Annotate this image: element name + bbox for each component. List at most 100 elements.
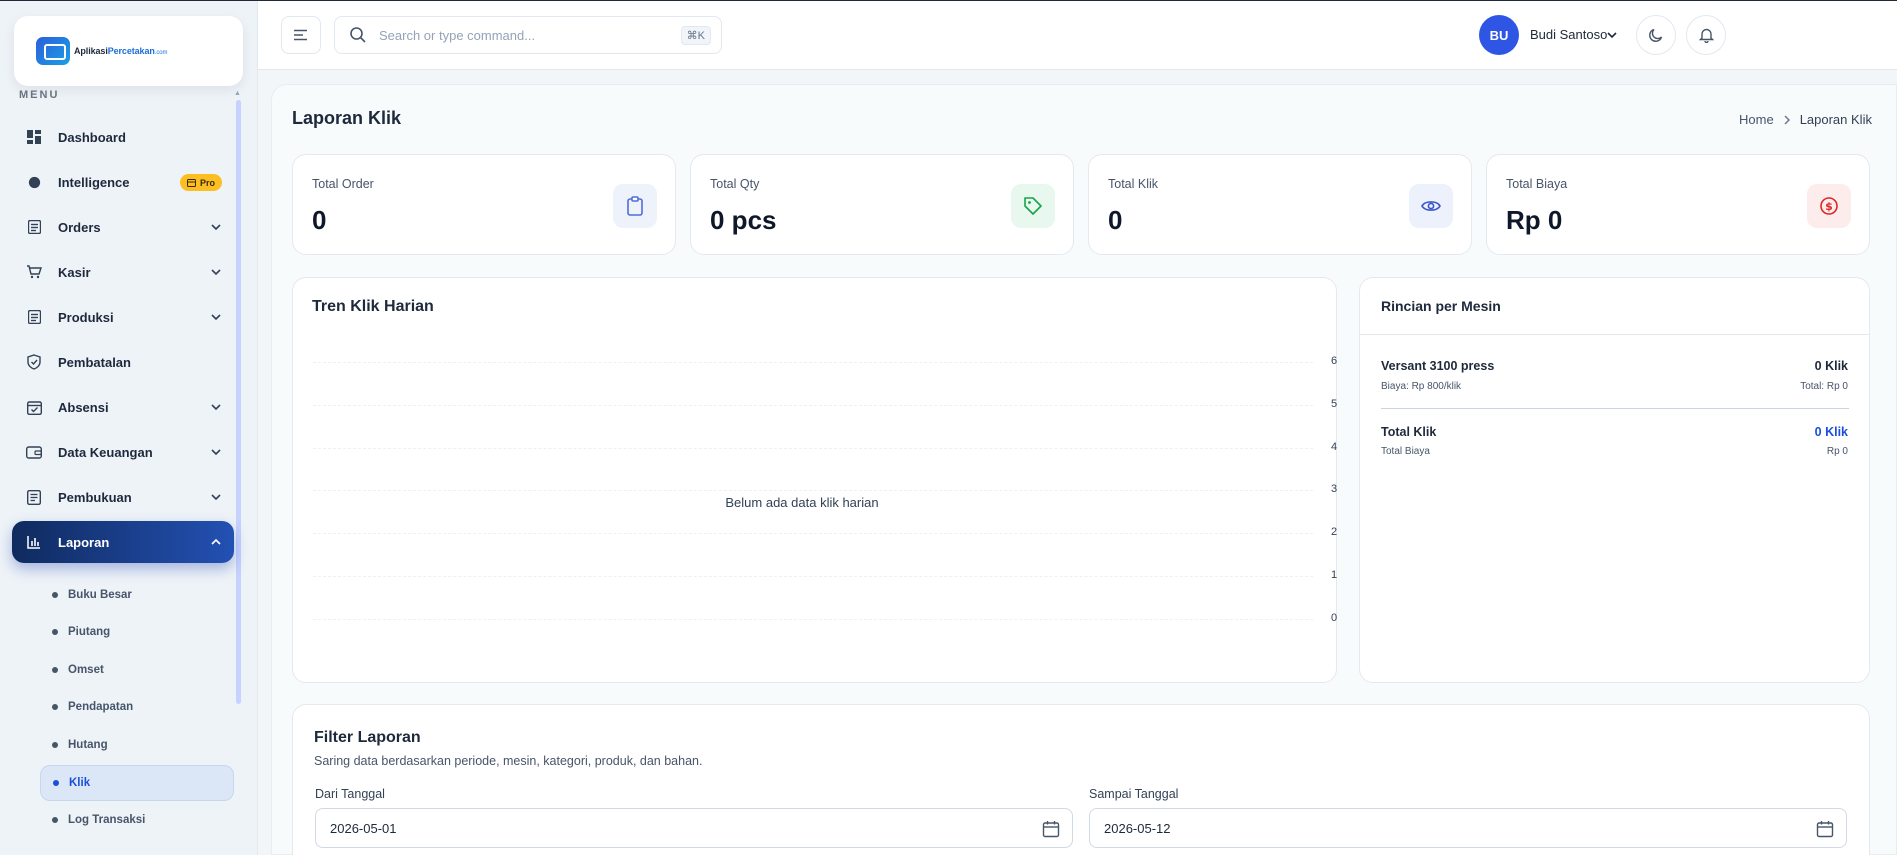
sidebar-toggle-button[interactable]	[281, 16, 321, 54]
list-icon	[26, 219, 42, 235]
y-tick-label: 0	[1331, 611, 1338, 624]
summary-klik: 0 Klik	[1814, 425, 1848, 439]
stat-label: Total Qty	[710, 177, 760, 191]
subitem-label: Buku Besar	[68, 589, 132, 601]
subitem-label: Log Transaksi	[68, 814, 146, 826]
summary-sub-label: Total Biaya	[1381, 446, 1430, 457]
stat-card-total-klik: Total Klik 0	[1088, 154, 1472, 255]
subitem-label: Piutang	[68, 626, 111, 638]
sidebar-item-kasir[interactable]: Kasir	[12, 251, 234, 293]
breadcrumb: Home Laporan Klik	[1739, 112, 1872, 127]
chevron-down-icon	[211, 449, 221, 456]
logo-text: AplikasiPercetakan.com	[74, 46, 168, 56]
wallet-icon	[26, 444, 42, 460]
sidebar-item-laporan[interactable]: Laporan	[12, 521, 234, 563]
chevron-down-icon	[211, 224, 221, 231]
machine-klik: 0 Klik	[1814, 359, 1848, 373]
search-box[interactable]: ⌘K	[334, 16, 722, 54]
subitem-pendapatan[interactable]: Pendapatan	[40, 689, 234, 725]
stat-label: Total Biaya	[1506, 177, 1568, 191]
scroll-up-icon[interactable]: ▲	[234, 90, 241, 97]
stat-value: Rp 0	[1506, 205, 1563, 235]
bullet-icon	[53, 780, 59, 786]
y-tick-label: 3	[1331, 483, 1338, 496]
chevron-up-icon	[211, 538, 221, 545]
sidebar-item-pembatalan[interactable]: Pembatalan	[12, 341, 234, 383]
stat-label: Total Klik	[1108, 177, 1159, 191]
sidebar-item-absensi[interactable]: Absensi	[12, 386, 234, 428]
search-input[interactable]	[379, 27, 659, 43]
printer-logo-icon	[36, 37, 70, 65]
brain-icon	[26, 174, 42, 190]
notifications-button[interactable]	[1686, 15, 1726, 55]
sidebar-item-orders[interactable]: Orders	[12, 206, 234, 248]
bullet-icon	[52, 667, 58, 673]
subitem-label: Pendapatan	[68, 701, 134, 713]
sidebar-item-label: Absensi	[58, 399, 109, 415]
y-tick-label: 1	[1331, 569, 1338, 581]
calendar-icon[interactable]	[1816, 820, 1834, 838]
bell-icon	[1698, 28, 1714, 43]
search-icon	[350, 27, 366, 43]
stat-card-total-order: Total Order 0	[292, 154, 676, 255]
breadcrumb-home[interactable]: Home	[1739, 112, 1774, 127]
subitem-klik[interactable]: Klik	[40, 765, 234, 801]
sidebar-item-produksi[interactable]: Produksi	[12, 296, 234, 338]
breadcrumb-current: Laporan Klik	[1799, 112, 1872, 127]
chevron-down-icon	[211, 269, 221, 276]
menu-caption: MENU	[19, 89, 60, 101]
chevron-down-icon	[211, 314, 221, 321]
summary-biaya: Rp 0	[1826, 446, 1848, 457]
calendar-icon[interactable]	[1042, 820, 1060, 838]
shortcut-hint: ⌘K	[680, 26, 711, 45]
chevron-right-icon	[1784, 115, 1790, 124]
moon-icon	[1649, 28, 1663, 42]
divider	[1381, 408, 1849, 409]
chart-title: Tren Klik Harian	[312, 298, 434, 315]
from-date-label: Dari Tanggal	[315, 787, 385, 801]
subitem-label: Omset	[68, 664, 104, 676]
subitem-piutang[interactable]: Piutang	[40, 614, 234, 650]
subitem-log-transaksi[interactable]: Log Transaksi	[40, 802, 234, 838]
chevron-down-icon[interactable]	[1606, 29, 1618, 41]
chart-grid-line	[313, 362, 1313, 363]
user-name[interactable]: Budi Santoso	[1530, 27, 1607, 42]
machine-breakdown-title: Rincian per Mesin	[1381, 298, 1501, 314]
sidebar-item-label: Pembatalan	[58, 354, 131, 370]
to-date-value: 2026-05-12	[1104, 820, 1171, 836]
chart-grid-line	[313, 447, 1313, 449]
eye-icon	[1409, 184, 1453, 228]
sidebar-item-dashboard[interactable]: Dashboard	[12, 116, 234, 158]
clipboard-icon	[613, 184, 657, 228]
calendar-check-icon	[26, 399, 42, 415]
stat-label: Total Order	[312, 177, 374, 191]
subitem-omset[interactable]: Omset	[40, 652, 234, 688]
sidebar-scrollbar[interactable]	[236, 100, 241, 704]
summary-label: Total Klik	[1381, 425, 1437, 439]
sidebar-item-data-keuangan[interactable]: Data Keuangan	[12, 431, 234, 473]
to-date-field[interactable]: 2026-05-12	[1089, 808, 1847, 848]
filter-description: Saring data berdasarkan periode, mesin, …	[314, 754, 703, 768]
subitem-buku-besar[interactable]: Buku Besar	[40, 577, 234, 613]
avatar[interactable]: BU	[1479, 15, 1519, 55]
subitem-hutang[interactable]: Hutang	[40, 727, 234, 763]
theme-toggle-button[interactable]	[1636, 15, 1676, 55]
bar-chart-icon	[26, 534, 42, 550]
page-title: Laporan Klik	[292, 108, 402, 128]
chart-grid-line	[313, 576, 1313, 577]
machine-name: Versant 3100 press	[1381, 359, 1495, 373]
bullet-icon	[52, 742, 58, 748]
sidebar: AplikasiPercetakan.com MENU ▲ Dashboard …	[0, 0, 258, 855]
chart-card: Tren Klik Harian 6 5 4 3 2 1 0 Belum ada data …	[292, 277, 1337, 683]
sidebar-item-label: Pembukuan	[58, 489, 132, 505]
from-date-field[interactable]: 2026-05-01	[315, 808, 1073, 848]
y-tick-label: 4	[1331, 440, 1338, 453]
bullet-icon	[52, 817, 58, 823]
bullet-icon	[52, 629, 58, 635]
sidebar-item-intelligence[interactable]: Intelligence Pro	[12, 161, 234, 203]
sidebar-item-pembukuan[interactable]: Pembukuan	[12, 476, 234, 518]
menu-icon	[294, 29, 307, 41]
logo[interactable]: AplikasiPercetakan.com	[14, 16, 243, 86]
subitem-label: Hutang	[68, 739, 108, 751]
filter-card: Filter Laporan Saring data berdasarkan p…	[292, 704, 1870, 855]
